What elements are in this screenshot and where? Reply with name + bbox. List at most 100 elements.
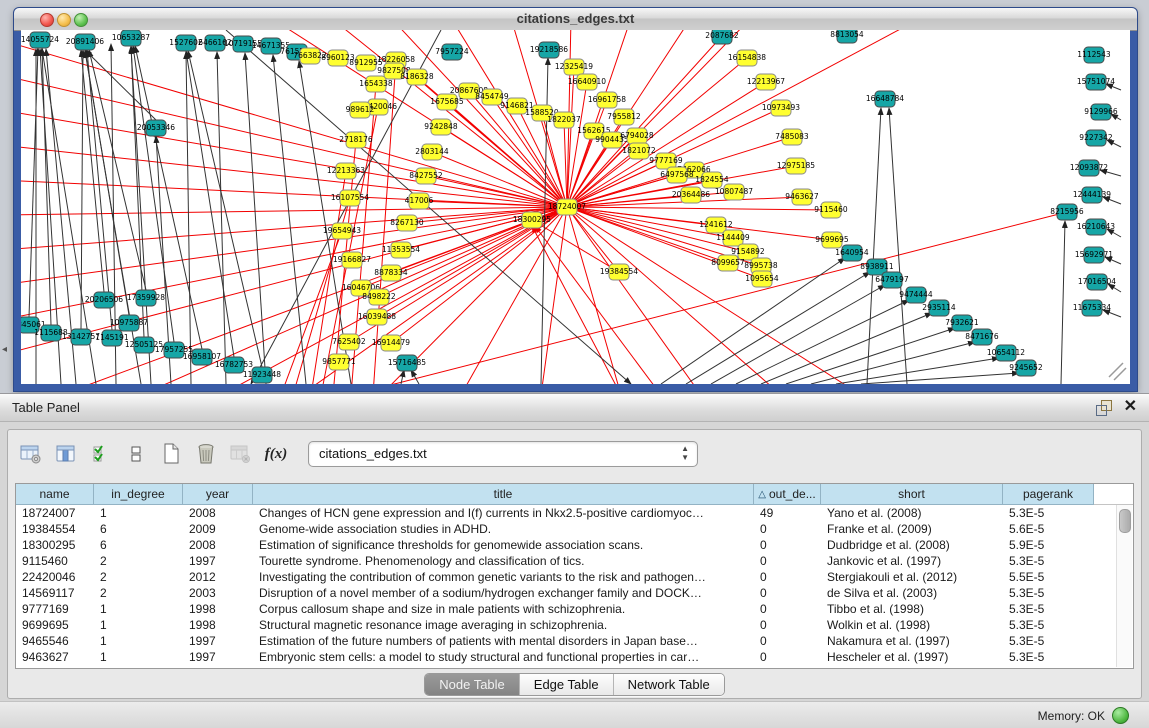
graph-node[interactable]: 9242848 <box>424 119 458 135</box>
table-row[interactable]: 1830029562008Estimation of significance … <box>16 537 1133 553</box>
resize-grip[interactable] <box>1109 363 1126 380</box>
tab-network-table[interactable]: Network Table <box>614 674 724 695</box>
graph-node[interactable]: 1824554 <box>695 172 729 188</box>
citation-edge-black[interactable] <box>81 50 83 329</box>
table-row[interactable]: 946362711997Embryonic stem cells: a mode… <box>16 649 1133 665</box>
graph-node[interactable]: 6479197 <box>875 272 909 288</box>
graph-node[interactable]: 10653287 <box>112 30 150 46</box>
table-row[interactable]: 946554611997Estimation of the future num… <box>16 633 1133 649</box>
citation-edge-red[interactable] <box>567 207 831 210</box>
table-row[interactable]: 977716911998Corpus callosum shape and si… <box>16 601 1133 617</box>
graph-node[interactable]: 19384554 <box>600 264 638 280</box>
graph-node[interactable]: 19166827 <box>333 252 371 268</box>
graph-node[interactable]: 989612 <box>346 102 375 118</box>
citation-edge-red[interactable] <box>567 207 716 225</box>
column-visibility-icon[interactable] <box>53 441 79 467</box>
graph-node[interactable]: 11353554 <box>382 242 420 258</box>
graph-node[interactable]: 9474444 <box>899 287 933 303</box>
citation-edge-black[interactable] <box>1061 221 1065 384</box>
delete-table-icon[interactable] <box>193 441 219 467</box>
table-row[interactable]: 969969511998Structural magnetic resonanc… <box>16 617 1133 633</box>
table-row[interactable]: 2242004622012Investigating the contribut… <box>16 569 1133 585</box>
citation-edge-black[interactable] <box>217 52 226 384</box>
graph-node[interactable]: 16154838 <box>728 50 766 66</box>
graph-node[interactable]: 8099657 <box>711 255 745 271</box>
citation-edge-red[interactable] <box>432 152 567 207</box>
column-header[interactable]: △out_de... <box>754 484 821 505</box>
graph-node[interactable]: 16210643 <box>1077 219 1115 235</box>
graph-node[interactable]: 12444139 <box>1073 187 1111 203</box>
column-header[interactable]: pagerank <box>1003 484 1094 505</box>
graph-node[interactable]: 20053346 <box>137 120 175 136</box>
graph-node[interactable]: 1112543 <box>1077 47 1111 63</box>
table-selector-dropdown[interactable]: citations_edges.txt ▲▼ <box>308 441 698 467</box>
graph-node[interactable]: 7957224 <box>435 44 469 60</box>
import-table-icon[interactable] <box>228 441 254 467</box>
table-row[interactable]: 1938455462009Genome-wide association stu… <box>16 521 1133 537</box>
graph-node[interactable]: 1675685 <box>430 94 464 110</box>
graph-node[interactable]: 12093872 <box>1070 160 1108 176</box>
column-header[interactable]: in_degree <box>94 484 183 505</box>
graph-node[interactable]: 12325419 <box>555 59 593 75</box>
tab-edge-table[interactable]: Edge Table <box>520 674 614 695</box>
graph-node[interactable]: 8878334 <box>374 265 408 281</box>
graph-node[interactable]: 2718176 <box>339 132 373 148</box>
new-table-icon[interactable] <box>158 441 184 467</box>
graph-node[interactable]: 8267130 <box>390 215 424 231</box>
close-icon[interactable]: ✕ <box>1124 398 1137 416</box>
citation-edge-black[interactable] <box>186 52 191 384</box>
citation-edge-red[interactable] <box>21 207 567 215</box>
function-builder-icon[interactable]: f(x) <box>263 441 289 467</box>
graph-node[interactable]: 417006 <box>405 193 434 209</box>
citation-edge-black[interactable] <box>686 272 870 384</box>
graph-node[interactable]: 7485083 <box>775 129 809 145</box>
citation-edge-black[interactable] <box>411 370 419 384</box>
citation-edge-black[interactable] <box>29 48 38 317</box>
select-all-rows-icon[interactable] <box>88 441 114 467</box>
float-window-icon[interactable] <box>1096 400 1111 415</box>
graph-node[interactable]: 1145191 <box>95 330 129 346</box>
vertical-scrollbar[interactable] <box>1116 505 1132 667</box>
graph-node[interactable]: 16914479 <box>372 335 410 351</box>
graph-node[interactable]: 7932621 <box>945 315 979 331</box>
graph-node[interactable]: 2803144 <box>415 144 449 160</box>
citation-edge-red[interactable] <box>564 120 567 207</box>
citation-edge-black[interactable] <box>188 51 262 367</box>
tab-node-table[interactable]: Node Table <box>425 674 520 695</box>
table-row[interactable]: 911546021997Tourette syndrome. Phenomeno… <box>16 553 1133 569</box>
graph-node[interactable]: 16648784 <box>866 91 904 107</box>
scrollbar-thumb[interactable] <box>1119 509 1131 533</box>
graph-node[interactable]: 17016504 <box>1078 274 1116 290</box>
graph-node[interactable]: 6497568 <box>660 167 694 183</box>
citation-edge-black[interactable] <box>131 47 151 384</box>
graph-node[interactable]: 8186328 <box>400 69 434 85</box>
citation-edge-red[interactable] <box>461 207 567 384</box>
table-row[interactable]: 1872400712008Changes of HCN gene express… <box>16 505 1133 521</box>
citation-edge-black[interactable] <box>889 108 907 384</box>
graph-node[interactable]: 20891406 <box>66 34 104 50</box>
graph-node[interactable]: 10807487 <box>715 184 753 200</box>
graph-node[interactable]: 2087682 <box>705 30 739 44</box>
citation-edge-black[interactable] <box>245 53 266 384</box>
graph-node[interactable]: 16961758 <box>588 92 626 108</box>
network-canvas[interactable]: 1405572420891406106532871527602646616210… <box>21 30 1130 384</box>
graph-node[interactable]: 9227342 <box>1079 130 1113 146</box>
column-header[interactable]: name <box>16 484 94 505</box>
graph-node[interactable]: 8471676 <box>965 329 999 345</box>
graph-node[interactable]: 20364486 <box>672 187 710 203</box>
window-titlebar[interactable]: citations_edges.txt <box>14 8 1137 31</box>
row-height-icon[interactable] <box>123 441 149 467</box>
citation-edge-red[interactable] <box>567 207 621 384</box>
citation-edge-black[interactable] <box>85 50 156 120</box>
graph-node[interactable]: 1095654 <box>745 271 779 287</box>
graph-node[interactable]: 15716485 <box>388 355 426 371</box>
graph-node[interactable]: 9857771 <box>322 354 356 370</box>
graph-node[interactable]: 9129966 <box>1084 104 1118 120</box>
graph-node[interactable]: 17359928 <box>127 290 165 306</box>
column-header[interactable]: short <box>821 484 1003 505</box>
table-row[interactable]: 1456911722003Disruption of a novel membe… <box>16 585 1133 601</box>
graph-node[interactable]: 16640910 <box>568 74 606 90</box>
citation-edge-black[interactable] <box>81 50 104 292</box>
table-settings-icon[interactable] <box>18 441 44 467</box>
graph-node[interactable]: 8427552 <box>409 168 443 184</box>
